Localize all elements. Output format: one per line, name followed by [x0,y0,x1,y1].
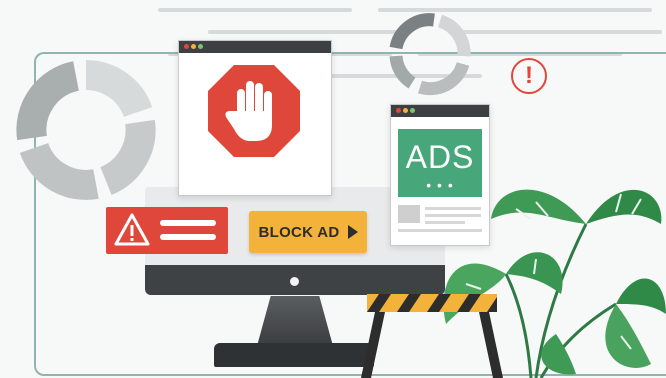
arrow-right-icon [347,225,358,239]
maximize-dot-icon[interactable] [410,108,415,113]
window-titlebar [179,41,331,53]
close-dot-icon[interactable] [184,44,189,49]
power-button-icon[interactable] [290,277,299,286]
close-dot-icon[interactable] [396,108,401,113]
minimize-dot-icon[interactable] [403,108,408,113]
monitor-base [214,343,374,367]
stop-ad-window [178,40,332,196]
warning-line [160,234,216,240]
warning-banner [106,207,228,254]
window-titlebar [391,105,489,117]
block-ad-label: BLOCK AD [258,223,340,241]
block-ad-button[interactable]: BLOCK AD [249,211,367,253]
ad-blocker-illustration: ! ADS • • • BLOCK AD [0,0,666,378]
minimize-dot-icon[interactable] [191,44,196,49]
maximize-dot-icon[interactable] [198,44,203,49]
donut-chart-top [389,13,471,96]
warning-triangle-icon [114,213,150,246]
exclamation-circle-icon: ! [511,58,547,94]
stop-hand-icon [208,65,300,157]
donut-chart-left [16,60,156,200]
construction-barrier [361,294,503,378]
warning-line [160,220,216,226]
ad-thumbnail [398,205,420,223]
